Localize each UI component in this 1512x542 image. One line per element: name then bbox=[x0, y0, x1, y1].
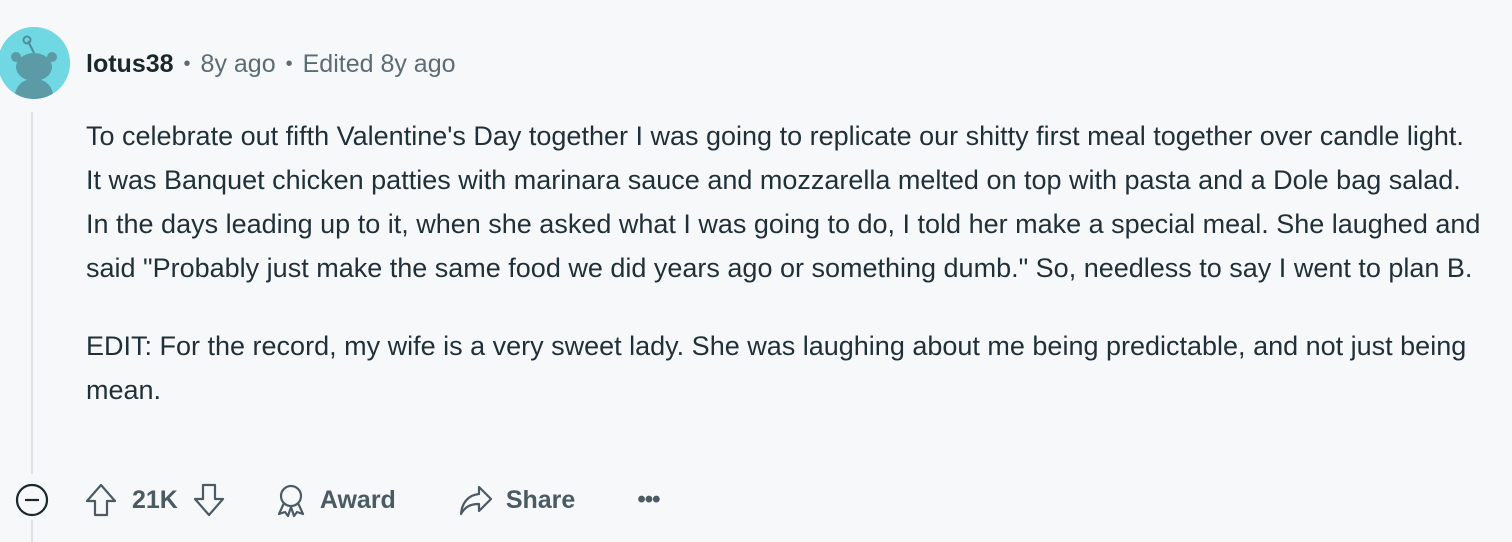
award-button[interactable]: Award bbox=[274, 482, 396, 518]
edited-timestamp: Edited 8y ago bbox=[302, 49, 456, 78]
more-options-button[interactable]: ••• bbox=[637, 486, 660, 514]
collapse-minus-icon bbox=[15, 483, 49, 517]
comment-paragraph: EDIT: For the record, my wife is a very … bbox=[86, 331, 1467, 405]
separator: • bbox=[285, 52, 293, 75]
more-options-icon: ••• bbox=[637, 486, 660, 513]
avatar[interactable] bbox=[0, 27, 70, 99]
comment-body: To celebrate out fifth Valentine's Day t… bbox=[86, 114, 1486, 412]
comment-paragraph: To celebrate out fifth Valentine's Day t… bbox=[86, 121, 1481, 283]
comment-header: lotus38 • 8y ago • Edited 8y ago bbox=[86, 45, 456, 83]
vote-group: 21K bbox=[84, 482, 226, 518]
award-label: Award bbox=[319, 485, 396, 514]
collapse-button[interactable] bbox=[14, 482, 50, 518]
thread-line[interactable] bbox=[31, 520, 33, 542]
share-button[interactable]: Share bbox=[458, 483, 575, 517]
downvote-arrow-icon bbox=[193, 483, 224, 517]
share-label: Share bbox=[505, 485, 576, 514]
separator: • bbox=[183, 52, 191, 75]
action-bar: 21K Award Share ••• bbox=[84, 474, 661, 526]
thread-line[interactable] bbox=[31, 112, 33, 474]
snoo-avatar-icon bbox=[0, 27, 70, 99]
timestamp[interactable]: 8y ago bbox=[201, 50, 276, 79]
upvote-arrow-icon bbox=[85, 483, 117, 517]
upvote-button[interactable] bbox=[84, 482, 118, 518]
award-ribbon-icon bbox=[277, 484, 304, 518]
username-link[interactable]: lotus38 bbox=[86, 50, 174, 79]
downvote-button[interactable] bbox=[192, 482, 226, 518]
comment: lotus38 • 8y ago • Edited 8y ago To cele… bbox=[0, 0, 1512, 542]
vote-count: 21K bbox=[132, 485, 178, 514]
share-arrow-icon bbox=[459, 485, 492, 516]
